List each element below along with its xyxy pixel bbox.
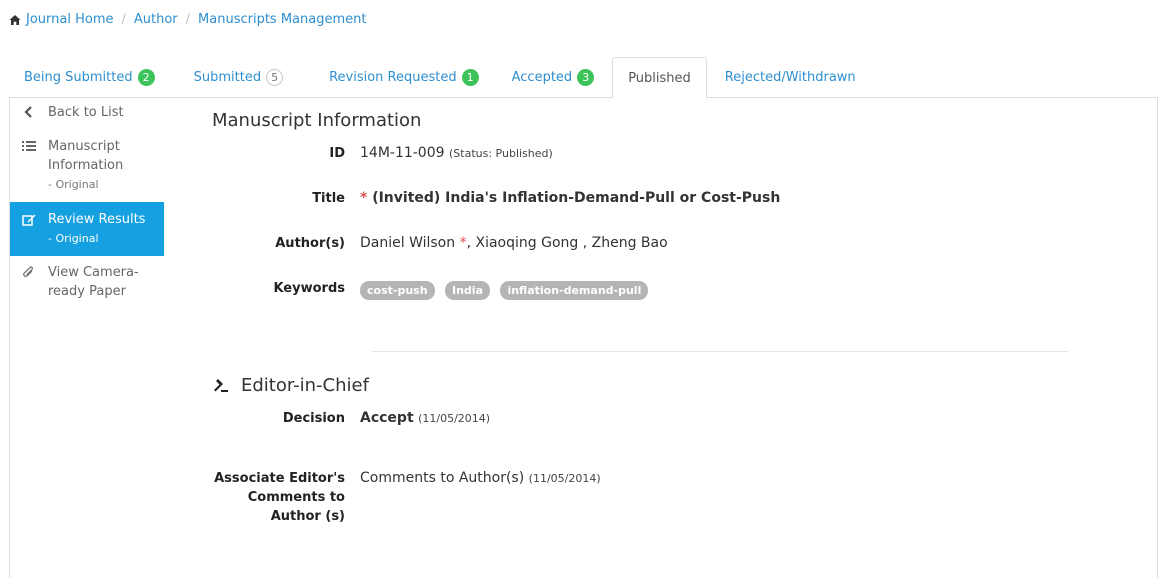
editor-in-chief-heading: Editor-in-Chief — [241, 375, 369, 396]
decision-label: Decision — [282, 411, 345, 426]
chevron-left-icon — [24, 106, 32, 118]
paperclip-icon — [23, 266, 34, 278]
edit-icon — [22, 214, 36, 226]
keywords-row: Keywords cost-push India inflation-deman… — [212, 279, 654, 300]
tab-label: Submitted — [193, 70, 262, 85]
status-text: (Status: Published) — [449, 147, 553, 160]
breadcrumb-separator: / — [185, 12, 191, 27]
sidebar-item-label: Manuscript Information — [48, 139, 124, 173]
tab-label: Being Submitted — [24, 70, 133, 85]
id-label: ID — [329, 146, 345, 161]
title-row: Title * (Invited) India's Inflation-Dema… — [212, 189, 780, 208]
other-authors: , Xiaoqing Gong , Zheng Bao — [466, 235, 668, 251]
gavel-icon — [214, 378, 228, 392]
breadcrumb-author[interactable]: Author — [134, 12, 178, 27]
required-marker: * — [360, 190, 368, 206]
main-panel: Back to List Manuscript Information - Or… — [9, 98, 1158, 578]
home-icon — [9, 14, 21, 25]
back-to-list-link[interactable]: Back to List — [10, 98, 164, 128]
keyword-tag: inflation-demand-pull — [500, 281, 649, 300]
list-icon — [22, 141, 36, 151]
authors-value-group: Daniel Wilson *, Xiaoqing Gong , Zheng B… — [360, 234, 668, 253]
decision-date: (11/05/2014) — [418, 412, 491, 425]
comments-row: Associate Editor's Comments to Author (s… — [212, 469, 601, 526]
manuscript-id: 14M-11-009 — [360, 145, 445, 161]
tab-accepted[interactable]: Accepted 3 — [494, 57, 610, 98]
count-badge: 2 — [137, 69, 155, 86]
id-value-group: 14M-11-009 (Status: Published) — [360, 144, 553, 163]
tab-label: Published — [628, 70, 691, 86]
authors-label: Author(s) — [275, 236, 345, 251]
keyword-tag: cost-push — [360, 281, 435, 300]
sidebar-item-review-results[interactable]: Review Results - Original — [10, 202, 164, 256]
authors-row: Author(s) Daniel Wilson *, Xiaoqing Gong… — [212, 234, 668, 253]
breadcrumb: Journal Home / Author / Manuscripts Mana… — [9, 12, 366, 27]
tab-published[interactable]: Published — [612, 57, 707, 99]
id-row: ID 14M-11-009 (Status: Published) — [212, 144, 553, 163]
status-tabs: Being Submitted 2 Submitted 5 Revision R… — [9, 57, 1158, 99]
sidebar-item-sublabel: - Original — [48, 178, 99, 191]
decision-row: Decision Accept (11/05/2014) — [212, 409, 490, 428]
breadcrumb-separator: / — [121, 12, 126, 27]
decision-value: Accept — [360, 410, 414, 426]
sidebar: Back to List Manuscript Information - Or… — [10, 98, 164, 307]
tab-label: Accepted — [511, 70, 573, 85]
sidebar-item-label: View Camera-ready Paper — [48, 265, 139, 299]
tab-rejected-withdrawn[interactable]: Rejected/Withdrawn — [707, 57, 871, 98]
manuscript-information-heading: Manuscript Information — [212, 110, 422, 131]
comments-label: Associate Editor's Comments to Author (s… — [214, 471, 345, 524]
keyword-tag: India — [445, 281, 490, 300]
decision-value-group: Accept (11/05/2014) — [360, 409, 490, 428]
comments-link[interactable]: Comments to Author(s) — [360, 470, 524, 486]
sidebar-item-sublabel: - Original — [48, 232, 99, 245]
sidebar-item-label: Review Results — [48, 212, 146, 227]
sidebar-item-view-camera-ready-paper[interactable]: View Camera-ready Paper — [10, 256, 150, 307]
breadcrumb-journal-home[interactable]: Journal Home — [26, 12, 113, 27]
comments-value-group: Comments to Author(s) (11/05/2014) — [360, 469, 601, 526]
breadcrumb-manuscripts-management[interactable]: Manuscripts Management — [198, 12, 366, 27]
count-badge: 1 — [461, 69, 479, 86]
tab-label: Rejected/Withdrawn — [724, 70, 856, 85]
title-value-group: * (Invited) India's Inflation-Demand-Pul… — [360, 189, 780, 208]
keywords-label: Keywords — [273, 281, 345, 296]
tab-being-submitted[interactable]: Being Submitted 2 — [9, 57, 170, 98]
tab-label: Revision Requested — [329, 70, 457, 85]
tab-revision-requested[interactable]: Revision Requested 1 — [298, 57, 494, 98]
comments-date: (11/05/2014) — [528, 472, 601, 485]
manuscript-title: (Invited) India's Inflation-Demand-Pull … — [372, 190, 781, 206]
title-label: Title — [312, 191, 345, 206]
keywords-list: cost-push India inflation-demand-pull — [360, 279, 654, 300]
author-name: Daniel Wilson — [360, 235, 456, 251]
back-to-list-label: Back to List — [48, 105, 124, 120]
editor-heading-group: Editor-in-Chief — [212, 375, 369, 396]
section-divider — [372, 351, 1068, 352]
count-badge: 5 — [266, 69, 284, 86]
count-badge: 3 — [577, 69, 595, 86]
corresponding-author-marker: * — [459, 235, 467, 251]
tab-submitted[interactable]: Submitted 5 — [170, 57, 298, 98]
sidebar-item-manuscript-information[interactable]: Manuscript Information - Original — [10, 128, 164, 202]
